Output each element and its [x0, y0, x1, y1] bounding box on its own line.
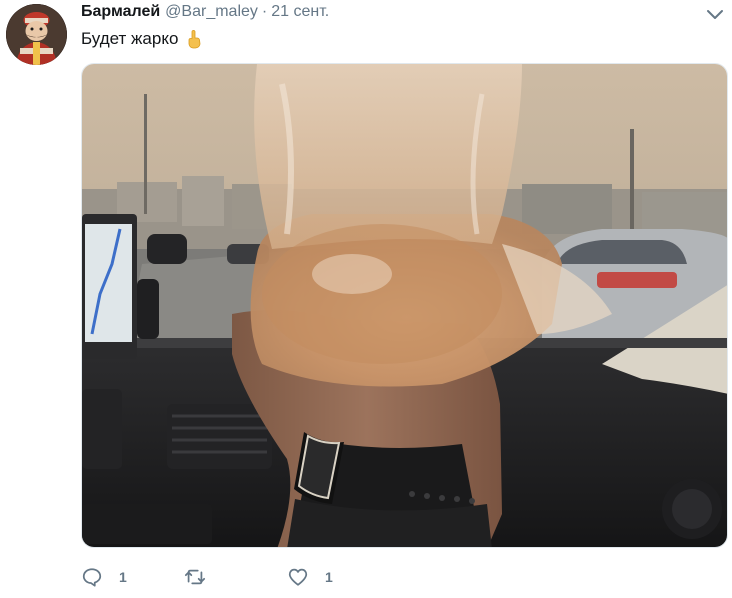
- author-handle[interactable]: @Bar_maley: [165, 3, 258, 21]
- pointing-up-emoji-icon: [184, 29, 204, 49]
- tweet: Бармалей @Bar_maley · 21 сент. Будет жар…: [0, 0, 732, 598]
- retweet-button[interactable]: [184, 565, 222, 589]
- avatar[interactable]: [6, 4, 67, 65]
- tweet-photo[interactable]: [81, 63, 728, 548]
- heart-icon: [288, 568, 308, 586]
- author-name[interactable]: Бармалей: [81, 3, 160, 21]
- avatar-image: [6, 4, 67, 65]
- tweet-actions: 1 1: [81, 565, 481, 589]
- reply-button[interactable]: 1: [81, 565, 127, 589]
- like-count: 1: [325, 569, 333, 585]
- tweet-timestamp[interactable]: 21 сент.: [271, 3, 329, 21]
- tweet-text: Будет жарко: [81, 28, 204, 50]
- tweet-menu-button[interactable]: [706, 8, 724, 22]
- like-button[interactable]: 1: [287, 565, 333, 589]
- retweet-icon: [184, 569, 206, 585]
- photo-image: [82, 64, 727, 547]
- reply-count: 1: [119, 569, 127, 585]
- reply-icon: [82, 568, 102, 587]
- separator-dot: ·: [261, 3, 268, 20]
- chevron-down-icon: [707, 10, 723, 19]
- tweet-text-content: Будет жарко: [81, 29, 179, 48]
- tweet-header: Бармалей @Bar_maley · 21 сент.: [81, 3, 329, 23]
